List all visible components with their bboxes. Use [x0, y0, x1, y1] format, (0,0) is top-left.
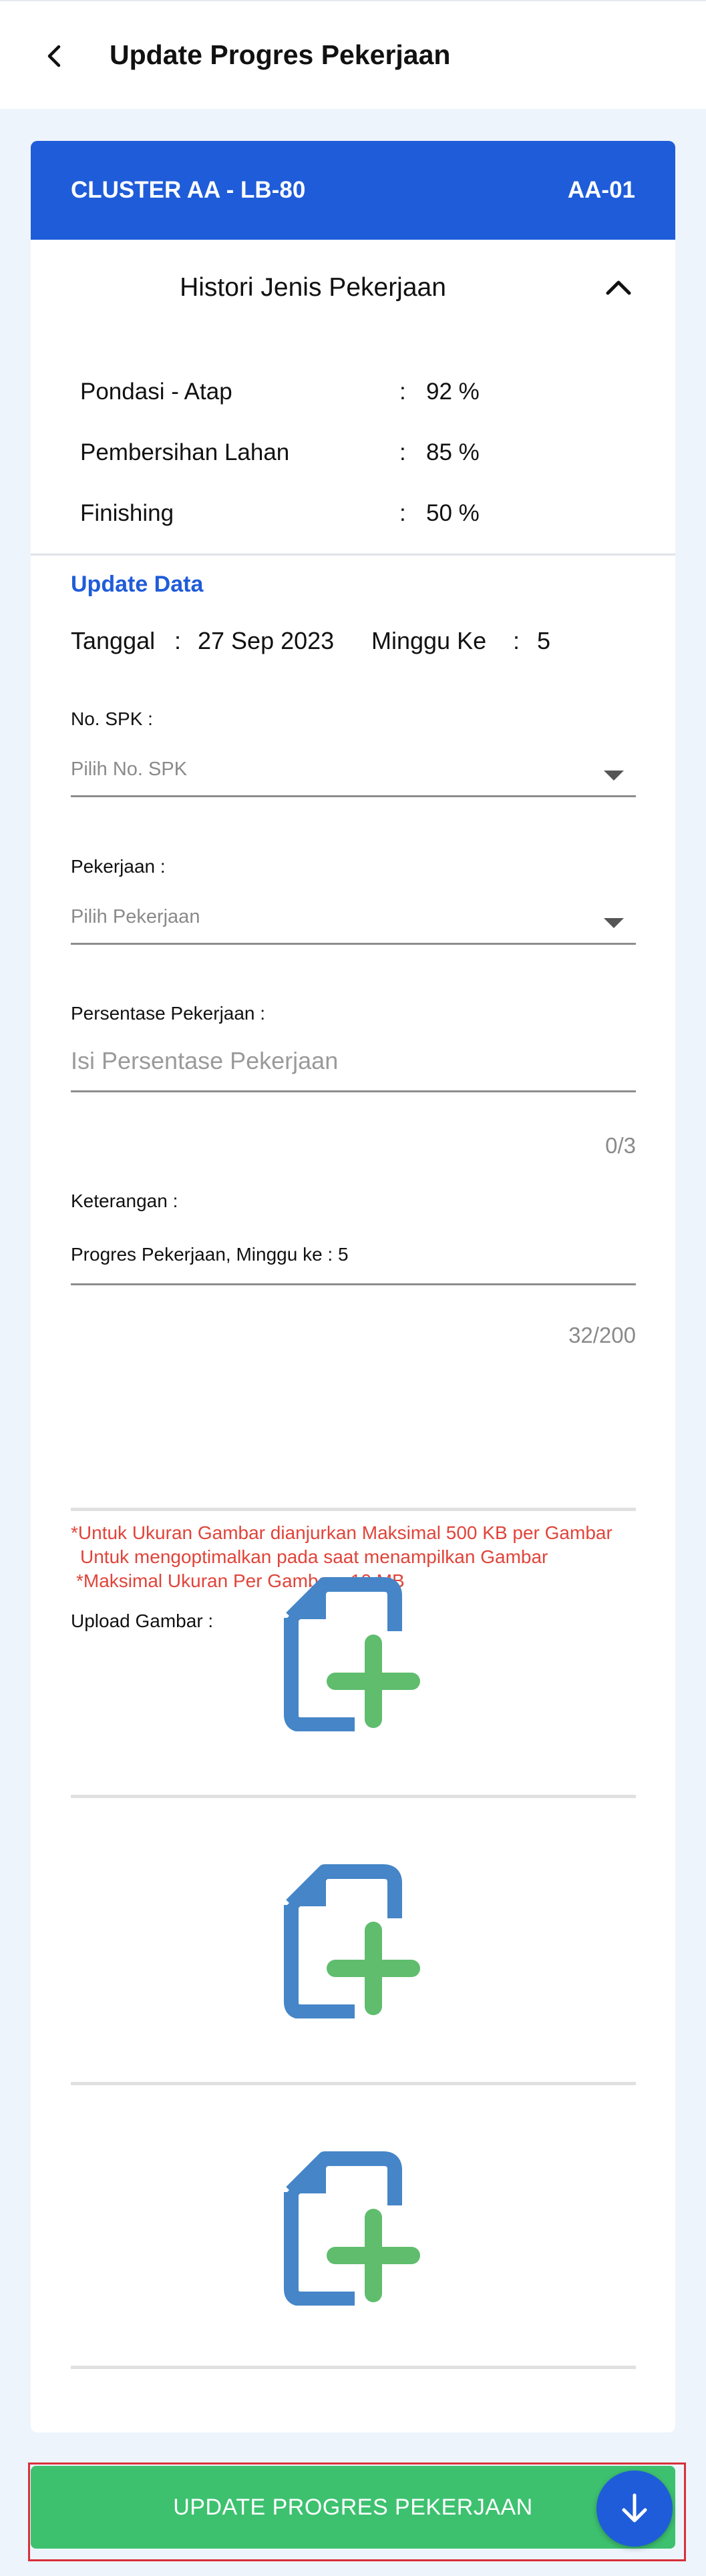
upload-slot[interactable]	[71, 2082, 636, 2369]
histori-item-colon: :	[399, 500, 406, 526]
upload-slot[interactable]	[71, 1795, 636, 2082]
persentase-input[interactable]: Isi Persentase Pekerjaan	[71, 1039, 636, 1092]
minggu-value: 5	[537, 627, 551, 654]
pekerjaan-placeholder: Pilih Pekerjaan	[71, 906, 200, 927]
tanggal-colon: :	[174, 627, 182, 654]
keterangan-value: Progres Pekerjaan, Minggu ke : 5	[71, 1244, 349, 1265]
dropdown-caret-icon	[604, 918, 624, 928]
section-divider	[31, 554, 675, 556]
pekerjaan-select[interactable]: Pilih Pekerjaan	[71, 898, 636, 945]
add-file-icon	[284, 1577, 420, 1731]
upload-slot[interactable]	[71, 1508, 636, 1795]
spk-select[interactable]: Pilih No. SPK	[71, 750, 636, 797]
cluster-label: CLUSTER AA - LB-80	[71, 177, 306, 203]
update-progress-button[interactable]: UPDATE PROGRES PEKERJAAN	[31, 2466, 675, 2549]
histori-item-value: 85 %	[426, 439, 480, 465]
dropdown-caret-icon	[604, 771, 624, 781]
keterangan-label: Keterangan :	[71, 1191, 178, 1211]
tanggal-value: 27 Sep 2023	[198, 627, 335, 654]
update-data-title: Update Data	[71, 572, 204, 597]
app-bar: Update Progres Pekerjaan	[0, 0, 706, 109]
histori-item-label: Pembersihan Lahan	[80, 439, 290, 465]
arrow-down-icon	[622, 2493, 647, 2523]
histori-item-label: Pondasi - Atap	[80, 379, 232, 405]
add-file-icon	[284, 1864, 420, 2018]
keterangan-counter: 32/200	[568, 1323, 636, 1347]
histori-item: Finishing : 50 %	[80, 500, 614, 533]
minggu-colon: :	[513, 627, 520, 654]
minggu-label: Minggu Ke	[371, 627, 487, 654]
progress-card: CLUSTER AA - LB-80 AA-01 Histori Jenis P…	[31, 141, 675, 2432]
histori-item-colon: :	[399, 379, 406, 405]
spk-placeholder: Pilih No. SPK	[71, 759, 188, 780]
histori-item-value: 92 %	[426, 379, 480, 405]
histori-item: Pembersihan Lahan : 85 %	[80, 439, 614, 473]
page-title: Update Progres Pekerjaan	[110, 39, 451, 70]
pekerjaan-label: Pekerjaan :	[71, 856, 166, 877]
back-arrow-icon	[47, 45, 61, 67]
histori-item: Pondasi - Atap : 92 %	[80, 379, 614, 412]
scroll-down-button[interactable]	[596, 2471, 673, 2547]
histori-title: Histori Jenis Pekerjaan	[180, 273, 446, 302]
card-header: CLUSTER AA - LB-80 AA-01	[31, 141, 675, 240]
add-file-icon	[284, 2151, 420, 2306]
histori-item-label: Finishing	[80, 500, 174, 526]
tanggal-label: Tanggal	[71, 627, 156, 654]
unit-label: AA-01	[567, 177, 635, 203]
persentase-label: Persentase Pekerjaan :	[71, 1003, 266, 1024]
keterangan-input[interactable]: Progres Pekerjaan, Minggu ke : 5	[71, 1232, 636, 1285]
histori-item-value: 50 %	[426, 500, 480, 526]
histori-item-colon: :	[399, 439, 406, 465]
persentase-placeholder: Isi Persentase Pekerjaan	[71, 1047, 339, 1074]
spk-label: No. SPK :	[71, 708, 153, 729]
back-button[interactable]	[35, 36, 75, 76]
chevron-up-icon	[606, 280, 631, 295]
histori-toggle[interactable]: Histori Jenis Pekerjaan	[31, 240, 675, 327]
persentase-counter: 0/3	[605, 1133, 636, 1158]
